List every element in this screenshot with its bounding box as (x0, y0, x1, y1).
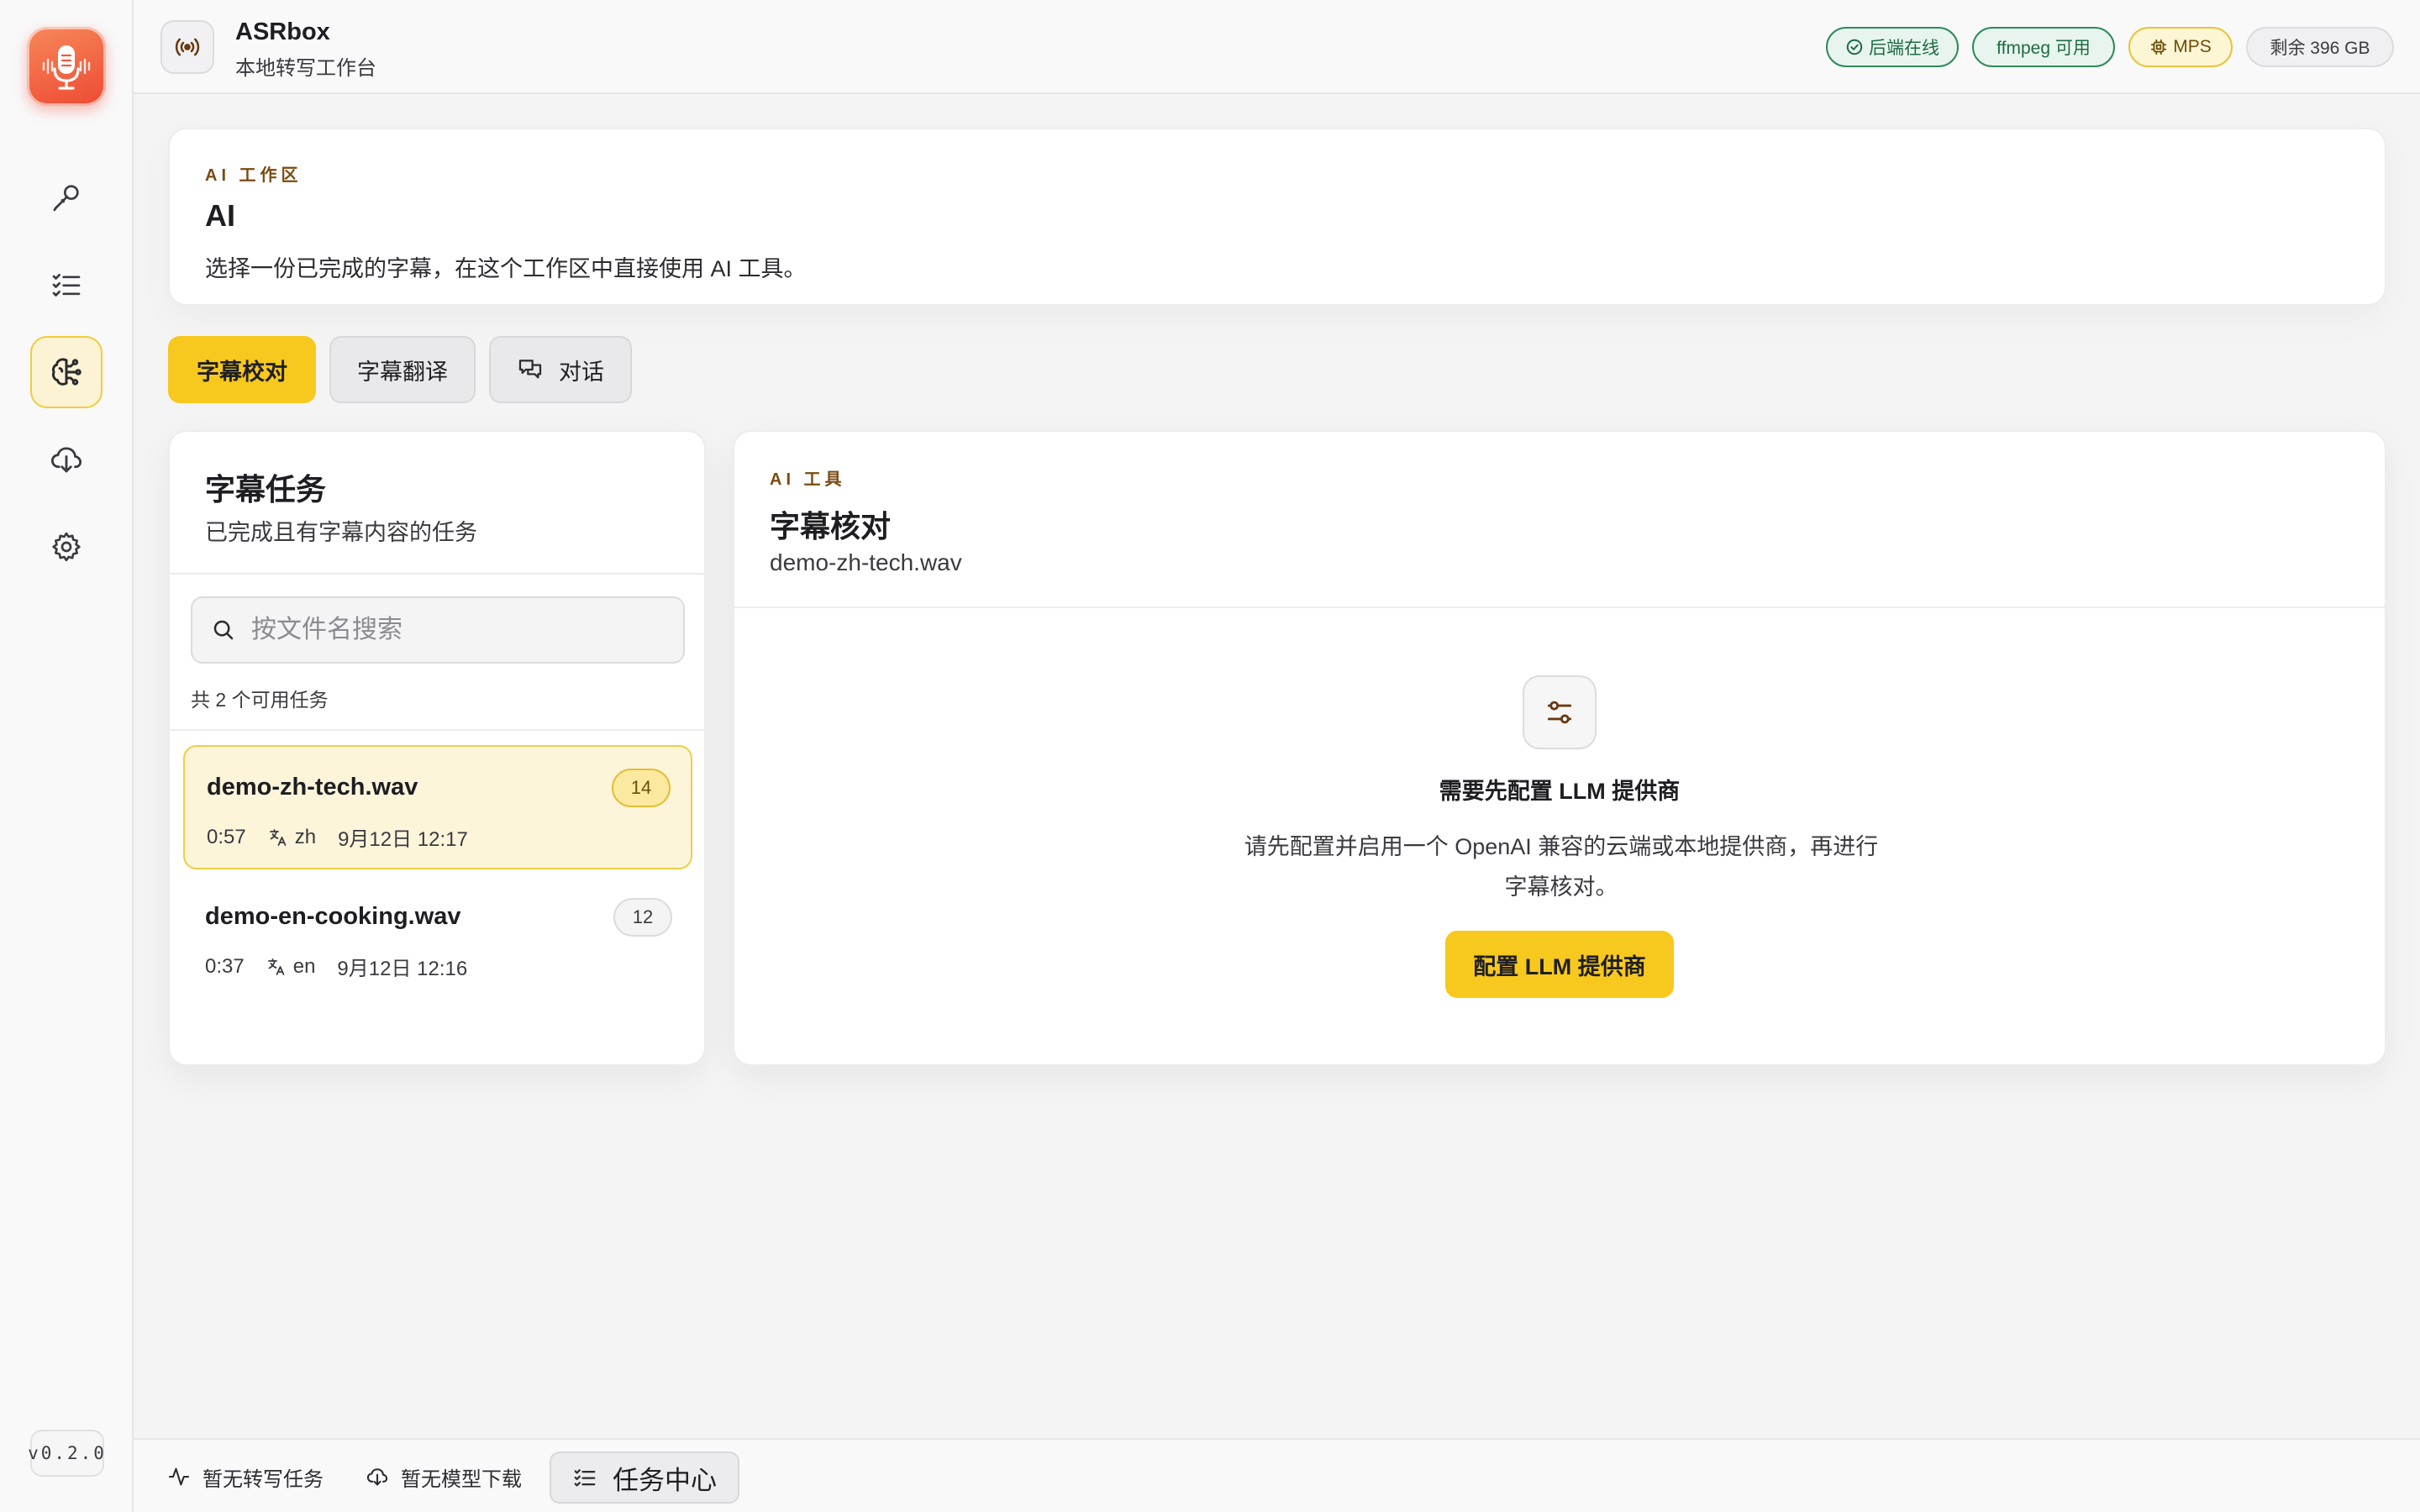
task-panel-title: 字幕任务 (205, 472, 327, 507)
sidebar-item-ai[interactable] (30, 336, 103, 408)
download-status-text: 暂无模型下载 (401, 1467, 522, 1491)
tab-label: 字幕翻译 (357, 359, 448, 385)
task-meta: 0:37 en 9月12日 12:16 (205, 952, 467, 981)
app-subtitle: 本地转写工作台 (235, 57, 376, 80)
translate-icon (269, 828, 287, 846)
divider (734, 606, 2385, 608)
task-list-item[interactable]: demo-zh-tech.wav 14 0:57 zh 9月12日 12:17 (183, 745, 692, 869)
workspace-eyebrow: AI 工作区 (205, 166, 302, 185)
page-title: AI (205, 198, 235, 233)
divider (170, 573, 704, 575)
subtitle-task-panel: 字幕任务 已完成且有字幕内容的任务 共 2 个可用任务 demo-zh-tech… (168, 430, 706, 1066)
configure-llm-button[interactable]: 配置 LLM 提供商 (1445, 931, 1674, 998)
task-language: en (266, 954, 316, 979)
task-language-code: zh (294, 825, 317, 848)
tab-subtitle-proofread[interactable]: 字幕校对 (168, 336, 316, 403)
task-center-button[interactable]: 任务中心 (550, 1452, 739, 1504)
sliders-icon (1523, 675, 1597, 749)
subtitle-count-badge: 12 (613, 898, 672, 937)
tab-label: 对话 (559, 359, 604, 385)
cloud-download-icon (366, 1468, 388, 1486)
top-bar: ASRbox 本地转写工作台 搜索 后端在线 ffmpeg 可用 MPS 剩余 … (134, 0, 2420, 94)
disk-space-text: 剩余 396 GB (2270, 39, 2370, 58)
page-description: 选择一份已完成的字幕，在这个工作区中直接使用 AI 工具。 (205, 256, 807, 281)
chip-icon (2151, 39, 2167, 55)
sidebar: v0.2.0 (0, 0, 134, 1512)
task-meta: 0:57 zh 9月12日 12:17 (207, 822, 468, 852)
tab-subtitle-translate[interactable]: 字幕翻译 (329, 336, 476, 403)
available-task-count: 共 2 个可用任务 (191, 689, 329, 711)
ai-tool-panel: AI 工具 字幕核对 demo-zh-tech.wav 需要先配置 LLM 提供… (733, 430, 2386, 1066)
tool-eyebrow: AI 工具 (770, 470, 846, 489)
checklist-icon (574, 1469, 596, 1487)
sidebar-item-transcribe[interactable] (30, 161, 103, 234)
task-language: zh (268, 826, 316, 849)
tab-label: 字幕校对 (197, 359, 287, 385)
transcribe-status[interactable]: 暂无转写任务 (167, 1440, 324, 1512)
task-search-input[interactable] (251, 616, 655, 644)
backend-status-badge: 后端在线 (1826, 27, 1959, 67)
task-list-item[interactable]: demo-en-cooking.wav 12 0:37 en 9月12日 12:… (183, 876, 692, 1000)
activity-icon (168, 1467, 190, 1486)
empty-state-description: 请先配置并启用一个 OpenAI 兼容的云端或本地提供商，再进行字幕核对。 (1244, 834, 1879, 900)
task-duration: 0:57 (207, 825, 246, 848)
selected-file-name: demo-zh-tech.wav (770, 549, 962, 575)
subtitle-count-badge: 14 (612, 769, 671, 807)
download-status[interactable]: 暂无模型下载 (366, 1440, 522, 1512)
mps-status-badge: MPS (2128, 27, 2233, 67)
tab-chat[interactable]: 对话 (489, 336, 632, 403)
task-file-name: demo-en-cooking.wav (205, 903, 461, 930)
microphone-icon (53, 185, 79, 212)
tool-title: 字幕核对 (770, 509, 892, 543)
sidebar-item-models[interactable] (30, 423, 103, 496)
sidebar-item-settings[interactable] (30, 511, 103, 583)
mps-status-text: MPS (2173, 37, 2212, 56)
cloud-download-icon (50, 447, 82, 473)
task-center-label: 任务中心 (613, 1465, 717, 1495)
transcribe-status-text: 暂无转写任务 (203, 1467, 324, 1491)
microphone-logo-icon (42, 45, 91, 90)
app-name: ASRbox (235, 18, 330, 45)
version-badge: v0.2.0 (28, 1430, 104, 1477)
task-file-name: demo-zh-tech.wav (207, 774, 418, 801)
search-icon (213, 620, 234, 640)
divider (170, 729, 704, 731)
task-duration: 0:37 (205, 954, 245, 978)
app-logo[interactable] (27, 27, 106, 106)
task-language-code: en (292, 954, 316, 978)
ffmpeg-status-badge: ffmpeg 可用 (1972, 27, 2115, 67)
translate-icon (267, 958, 285, 975)
chat-icon (518, 360, 542, 379)
task-search-box[interactable] (191, 596, 685, 664)
task-date: 9月12日 12:17 (338, 828, 468, 851)
ffmpeg-status-text: ffmpeg 可用 (1996, 39, 2091, 58)
check-circle-icon (1846, 39, 1863, 55)
task-panel-subtitle: 已完成且有字幕内容的任务 (205, 520, 477, 545)
disk-space-badge: 剩余 396 GB (2246, 27, 2394, 67)
brain-icon (51, 358, 82, 386)
empty-state-title: 需要先配置 LLM 提供商 (1439, 779, 1681, 804)
checklist-icon (52, 274, 81, 297)
status-bar: 暂无转写任务 暂无模型下载 任务中心 (134, 1438, 2420, 1512)
task-date: 9月12日 12:16 (337, 958, 468, 980)
gear-icon (52, 532, 81, 562)
backend-status-text: 后端在线 (1869, 39, 1939, 58)
sidebar-item-tasks[interactable] (30, 249, 103, 321)
workspace-header-card: AI 工作区 AI 选择一份已完成的字幕，在这个工作区中直接使用 AI 工具。 (168, 128, 2386, 306)
broadcast-icon (160, 20, 214, 74)
